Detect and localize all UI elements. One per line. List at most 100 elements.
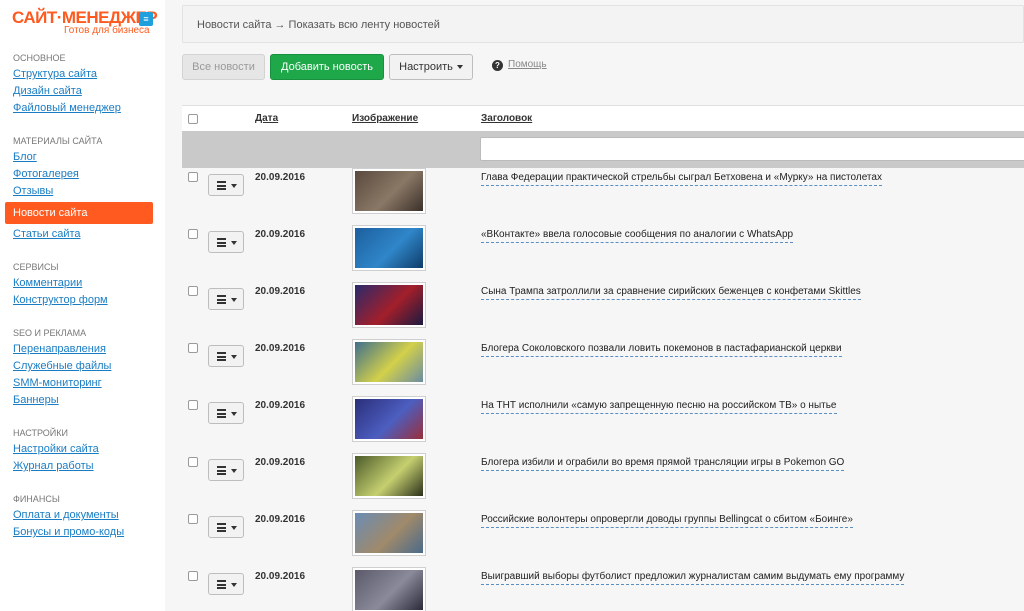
sidebar-item[interactable]: Журнал работы — [0, 458, 165, 475]
row-actions-button[interactable] — [208, 573, 244, 595]
app-window: САЙТ·МЕНЕДЖЕР Готов для бизнеса ≡ ОСНОВН… — [0, 0, 1024, 611]
logo-badge-icon: ≡ — [139, 12, 153, 26]
row-checkbox[interactable] — [188, 343, 198, 353]
news-title-link[interactable]: Блогера избили и ограбили во время прямо… — [481, 457, 845, 471]
sidebar-item[interactable]: Дизайн сайта — [0, 83, 165, 100]
news-thumbnail-image — [355, 285, 423, 325]
column-header-image[interactable]: Изображение — [352, 106, 418, 132]
sidebar-item[interactable]: Новости сайта — [5, 202, 153, 224]
row-actions-button[interactable] — [208, 231, 244, 253]
news-title-link[interactable]: Блогера Соколовского позвали ловить поке… — [481, 343, 842, 357]
help-link[interactable]: Помощь — [508, 59, 547, 70]
news-title-link[interactable]: Выигравший выборы футболист предложил жу… — [481, 571, 905, 585]
news-thumbnail-image — [355, 456, 423, 496]
sidebar-item[interactable]: Файловый менеджер — [0, 100, 165, 117]
news-thumbnail[interactable] — [352, 168, 426, 214]
sidebar-item[interactable]: Статьи сайта — [0, 226, 165, 243]
menu-icon — [217, 523, 226, 532]
news-thumbnail-image — [355, 570, 423, 610]
news-thumbnail[interactable] — [352, 282, 426, 328]
news-title-link[interactable]: Глава Федерации практической стрельбы сы… — [481, 172, 882, 186]
row-date: 20.09.2016 — [255, 514, 306, 525]
logo[interactable]: САЙТ·МЕНЕДЖЕР Готов для бизнеса ≡ — [12, 8, 158, 40]
row-actions-button[interactable] — [208, 459, 244, 481]
sidebar-item[interactable]: Перенаправления — [0, 341, 165, 358]
news-title-link[interactable]: Сына Трампа затроллили за сравнение сири… — [481, 286, 861, 300]
sidebar-item[interactable]: SMM-мониторинг — [0, 375, 165, 392]
table-body: 20.09.2016 Глава Федерации практической с… — [182, 168, 1024, 611]
all-news-button[interactable]: Все новости — [182, 54, 265, 80]
sidebar-item[interactable]: Бонусы и промо-коды — [0, 524, 165, 541]
row-date: 20.09.2016 — [255, 571, 306, 582]
column-header-title[interactable]: Заголовок — [481, 106, 532, 132]
configure-button[interactable]: Настроить — [389, 54, 473, 80]
title-filter-input[interactable] — [480, 137, 1024, 161]
table-row: 20.09.2016 Сына Трампа затроллили за срав… — [182, 282, 1024, 339]
table-row: 20.09.2016 На ТНТ исполнили «самую запрещ… — [182, 396, 1024, 453]
main-content: Новости сайта → Показать всю ленту новос… — [165, 0, 1024, 611]
row-checkbox[interactable] — [188, 286, 198, 296]
news-thumbnail[interactable] — [352, 510, 426, 556]
menu-icon — [217, 352, 226, 361]
row-checkbox[interactable] — [188, 457, 198, 467]
row-actions-button[interactable] — [208, 288, 244, 310]
sidebar-item[interactable]: Баннеры — [0, 392, 165, 409]
news-table: Дата Изображение Заголовок 20.09.2016 Гла… — [182, 105, 1024, 611]
row-checkbox[interactable] — [188, 229, 198, 239]
sidebar-item[interactable]: Фотогалерея — [0, 166, 165, 183]
news-title-link[interactable]: «ВКонтакте» ввела голосовые сообщения по… — [481, 229, 794, 243]
row-date: 20.09.2016 — [255, 400, 306, 411]
nav-section-title: ОСНОВНОЕ — [13, 53, 66, 63]
news-thumbnail[interactable] — [352, 225, 426, 271]
news-title-link[interactable]: Российские волонтеры опровергли доводы г… — [481, 514, 853, 528]
add-news-button[interactable]: Добавить новость — [270, 54, 384, 80]
sidebar-item[interactable]: Служебные файлы — [0, 358, 165, 375]
table-row: 20.09.2016 Блогера избили и ограбили во в… — [182, 453, 1024, 510]
toolbar: Все новости Добавить новость Настроить ?… — [182, 54, 1024, 80]
sidebar-item[interactable]: Оплата и документы — [0, 507, 165, 524]
row-checkbox[interactable] — [188, 400, 198, 410]
table-row: 20.09.2016 Российские волонтеры опровергл… — [182, 510, 1024, 567]
nav-section-title: НАСТРОЙКИ — [13, 428, 68, 438]
configure-button-label: Настроить — [399, 61, 453, 73]
sidebar-item[interactable]: Блог — [0, 149, 165, 166]
logo-tagline: Готов для бизнеса — [64, 25, 150, 36]
sidebar-item[interactable]: Структура сайта — [0, 66, 165, 83]
news-thumbnail-image — [355, 399, 423, 439]
sidebar: САЙТ·МЕНЕДЖЕР Готов для бизнеса ≡ ОСНОВН… — [0, 0, 165, 611]
chevron-down-icon — [231, 355, 237, 359]
table-row: 20.09.2016 Глава Федерации практической с… — [182, 168, 1024, 225]
table-header: Дата Изображение Заголовок — [182, 105, 1024, 131]
breadcrumb: Новости сайта → Показать всю ленту новос… — [182, 5, 1024, 43]
select-all-checkbox[interactable] — [188, 114, 198, 124]
row-actions-button[interactable] — [208, 174, 244, 196]
news-thumbnail[interactable] — [352, 396, 426, 442]
sidebar-item[interactable]: Настройки сайта — [0, 441, 165, 458]
row-actions-button[interactable] — [208, 516, 244, 538]
row-checkbox[interactable] — [188, 571, 198, 581]
menu-icon — [217, 238, 226, 247]
row-date: 20.09.2016 — [255, 343, 306, 354]
nav-section-title: СЕРВИСЫ — [13, 262, 59, 272]
filter-row — [182, 131, 1024, 168]
news-title-link[interactable]: На ТНТ исполнили «самую запрещенную песн… — [481, 400, 837, 414]
help: ? Помощь — [492, 59, 547, 71]
row-actions-button[interactable] — [208, 345, 244, 367]
row-checkbox[interactable] — [188, 172, 198, 182]
news-thumbnail[interactable] — [352, 453, 426, 499]
chevron-down-icon — [231, 583, 237, 587]
row-date: 20.09.2016 — [255, 457, 306, 468]
sidebar-item[interactable]: Комментарии — [0, 275, 165, 292]
news-thumbnail[interactable] — [352, 567, 426, 611]
news-thumbnail[interactable] — [352, 339, 426, 385]
row-actions-button[interactable] — [208, 402, 244, 424]
row-checkbox[interactable] — [188, 514, 198, 524]
column-header-date[interactable]: Дата — [255, 106, 278, 132]
sidebar-item[interactable]: Конструктор форм — [0, 292, 165, 309]
sidebar-item[interactable]: Отзывы — [0, 183, 165, 200]
